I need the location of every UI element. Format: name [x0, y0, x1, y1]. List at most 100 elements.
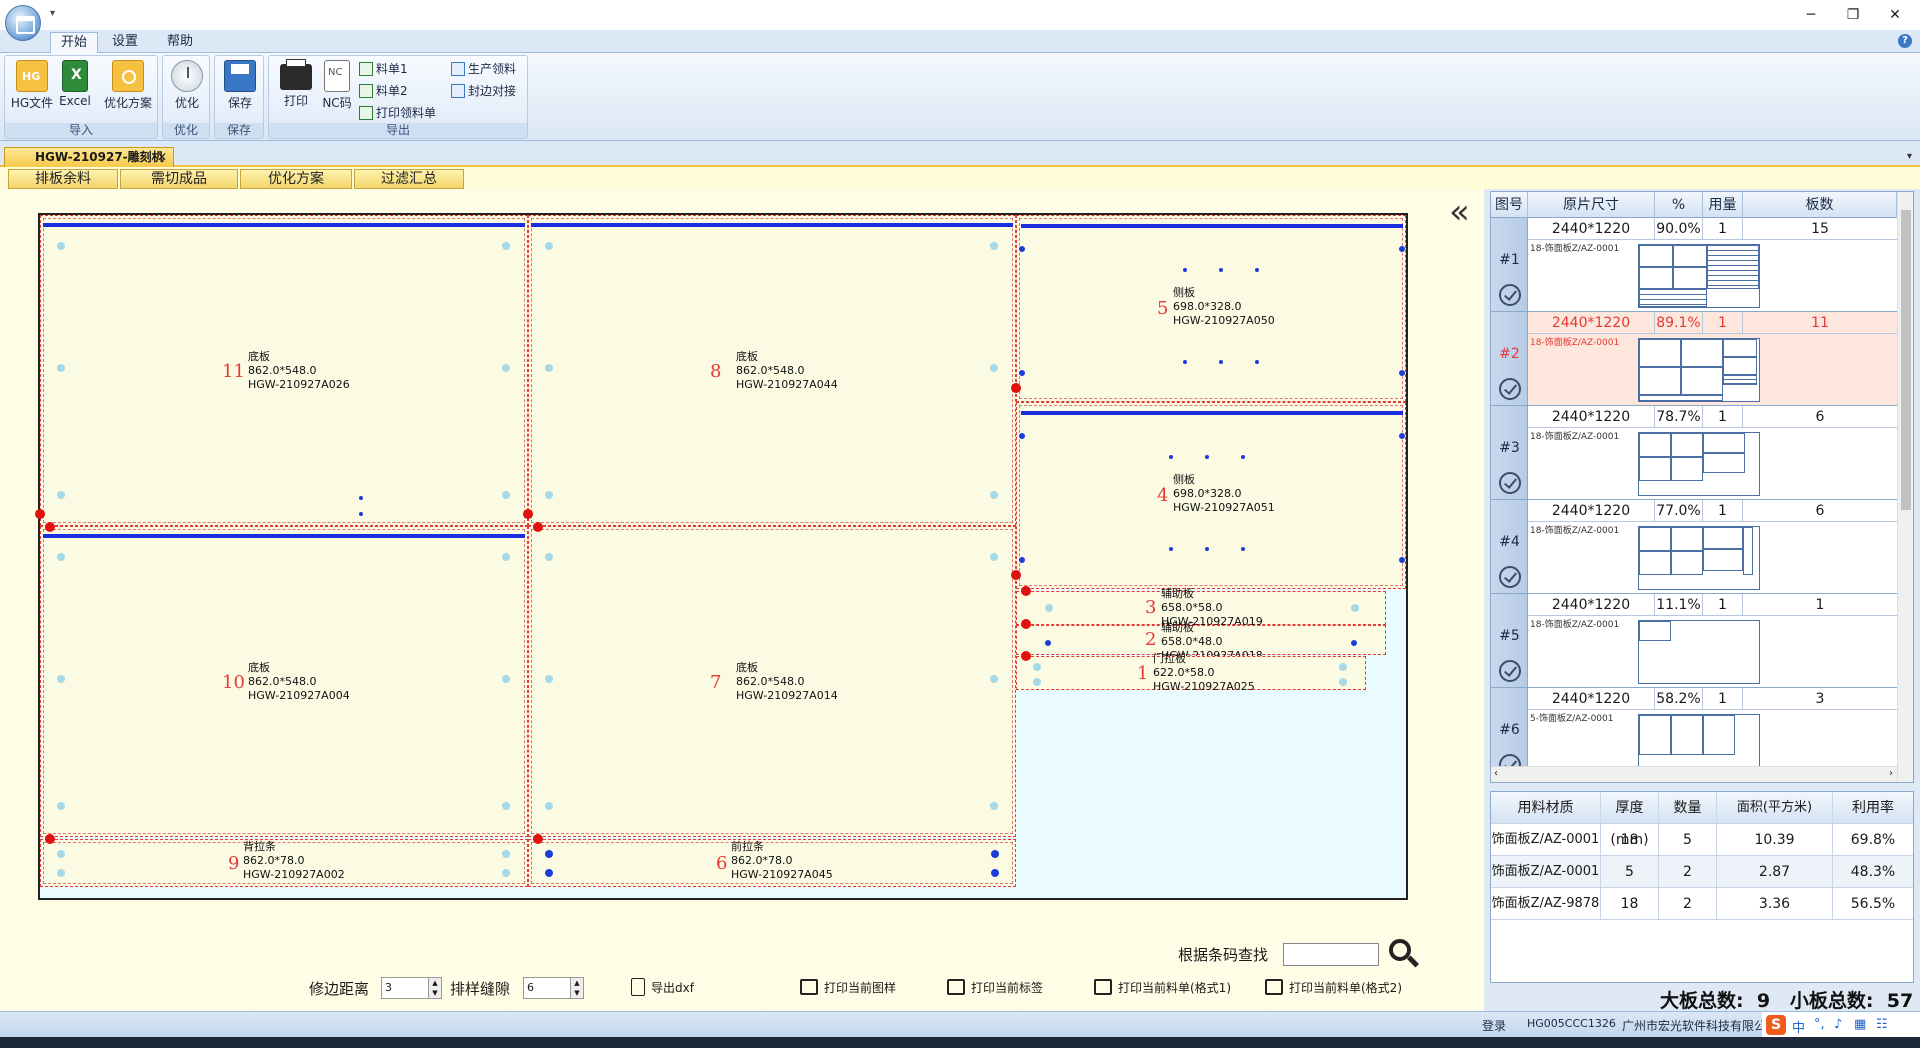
sheet-row-5[interactable]: #5 2440*1220 11.1% 1 1 18-饰面板Z/AZ-0001: [1491, 594, 1897, 688]
app-menu-button[interactable]: [5, 5, 41, 41]
ime-language[interactable]: 中: [1792, 1017, 1805, 1036]
opt-plan-label: 优化方案: [103, 96, 152, 110]
piece-6[interactable]: 6 前拉条 862.0*78.0 HGW-210927A045: [528, 839, 1016, 887]
piece-9[interactable]: 9 背拉条 862.0*78.0 HGW-210927A002: [40, 839, 528, 887]
production-pick-button[interactable]: 生产领料: [451, 60, 516, 78]
col-header-size[interactable]: 原片尺寸: [1528, 192, 1655, 218]
piece-code: HGW-210927A025: [1153, 680, 1255, 693]
col-header-qty[interactable]: 用量: [1703, 192, 1743, 218]
close-button[interactable]: ✕: [1880, 4, 1910, 26]
material-summary-table: 用料材质 厚度(mm) 数量 面积(平方米) 利用率 饰面板Z/AZ-0001 1…: [1490, 791, 1914, 983]
piece-7[interactable]: 7 底板 862.0*548.0 HGW-210927A014: [528, 526, 1016, 837]
tab-start[interactable]: 开始: [50, 32, 99, 53]
piece-4[interactable]: 4 侧板 698.0*328.0 HGW-210927A051: [1016, 402, 1406, 589]
restore-button[interactable]: ❐: [1838, 4, 1868, 26]
sheet-row-3[interactable]: #3 2440*1220 78.7% 1 6 18-饰面板Z/AZ-0001: [1491, 406, 1897, 500]
sheet-list-horizontal-scrollbar[interactable]: ‹ ›: [1491, 766, 1897, 782]
hg-file-button[interactable]: HG HG文件: [9, 60, 55, 120]
piece-number: 5: [1157, 298, 1169, 319]
barcode-search-input[interactable]: [1283, 943, 1379, 966]
piece-number: 10: [222, 672, 245, 693]
gap-stepper[interactable]: ▲ ▼: [570, 977, 584, 999]
more-tools-icon[interactable]: ☷: [1876, 1017, 1888, 1032]
quick-access-dropdown-icon[interactable]: ▾: [50, 8, 55, 19]
barcode-search-label: 根据条码查找: [1178, 946, 1269, 964]
sheet-list-vertical-scrollbar[interactable]: [1897, 192, 1913, 782]
tab-layout-remnant[interactable]: 排板余料: [8, 169, 118, 189]
excel-button[interactable]: X Excel: [55, 60, 95, 120]
piece-name: 辅助板: [1161, 587, 1194, 600]
excel-icon: [1094, 978, 1112, 995]
sheet-board[interactable]: 11 底板 862.0*548.0 HGW-210927A026 8 底板 862.0…: [35, 213, 1408, 900]
table-row[interactable]: 饰面板Z/AZ-0001 18 5 10.39 69.8%: [1491, 824, 1913, 856]
save-button[interactable]: 保存: [217, 60, 263, 120]
tab-filter-summary[interactable]: 过滤汇总: [354, 169, 464, 189]
print-list2-button[interactable]: 打印当前料单(格式2): [1265, 978, 1402, 997]
minimize-button[interactable]: ─: [1796, 4, 1826, 26]
piece-name: 侧板: [1173, 286, 1195, 299]
print-pick-list-button[interactable]: 打印领料单: [359, 104, 436, 122]
clock-icon: [171, 60, 203, 92]
group-optimize: 优化 优化: [162, 55, 210, 139]
piece-5[interactable]: 5 侧板 698.0*328.0 HGW-210927A050: [1016, 215, 1406, 402]
group-export-label: 导出: [269, 123, 527, 138]
sheet-row-2[interactable]: #2 2440*1220 89.1% 1 11 18-饰面板Z/AZ-0001: [1491, 312, 1897, 406]
table-row[interactable]: 饰面板Z/AZ-9878 18 2 3.36 56.5%: [1491, 888, 1913, 920]
keyboard-icon[interactable]: ▦: [1854, 1017, 1866, 1032]
help-icon[interactable]: ?: [1898, 34, 1912, 48]
list1-button[interactable]: 料单1: [359, 60, 408, 78]
sheet-thumbnail: [1638, 620, 1760, 684]
sheet-row-1[interactable]: #1 2440*1220 90.0% 1 15 18-饰面板Z/AZ-0001: [1491, 218, 1897, 312]
close-tab-icon[interactable]: ✕: [157, 148, 167, 166]
check-icon: [1499, 284, 1521, 306]
piece-10[interactable]: 10 底板 862.0*548.0 HGW-210927A004: [40, 526, 528, 837]
tab-opt-plan[interactable]: 优化方案: [240, 169, 352, 189]
tab-settings[interactable]: 设置: [102, 32, 148, 53]
search-icon[interactable]: [1389, 939, 1420, 968]
piece-3[interactable]: 3 辅助板 658.0*58.0 HGW-210927A019: [1016, 587, 1386, 628]
start-point-marker: [45, 834, 55, 844]
print-button[interactable]: 打印: [273, 59, 319, 120]
col-header-percent[interactable]: %: [1655, 192, 1703, 218]
punctuation-icon[interactable]: °,: [1814, 1017, 1825, 1032]
trim-distance-stepper[interactable]: ▲ ▼: [428, 977, 442, 999]
trim-distance-input[interactable]: 3: [381, 977, 429, 999]
excel-small-icon: [359, 105, 373, 120]
document-tab[interactable]: HGW-210927-雕刻机 ✕: [4, 147, 174, 167]
edge-join-button[interactable]: 封边对接: [451, 82, 516, 100]
print-list1-button[interactable]: 打印当前料单(格式1): [1094, 978, 1231, 997]
company-name: 广州市宏光软件科技有限公司: [1622, 1019, 1779, 1033]
login-status[interactable]: 登录: [1482, 1017, 1506, 1034]
gap-input[interactable]: 6: [523, 977, 571, 999]
optimize-button[interactable]: 优化: [164, 60, 210, 120]
sogou-logo-icon[interactable]: S: [1766, 1015, 1786, 1035]
piece-1[interactable]: 1 门拉板 622.0*58.0 HGW-210927A025: [1016, 652, 1366, 693]
col-header-id[interactable]: 图号: [1491, 192, 1528, 218]
document-tab-strip: HGW-210927-雕刻机 ✕ ▾: [0, 141, 1920, 167]
tab-help[interactable]: 帮助: [157, 32, 203, 53]
piece-2[interactable]: 2 辅助板658.0*48.0HGW-210927A018: [1016, 621, 1386, 662]
piece-name: 底板: [736, 661, 758, 674]
microphone-icon[interactable]: ♪: [1834, 1017, 1842, 1032]
piece-code: HGW-210927A044: [736, 378, 838, 391]
list2-button[interactable]: 料单2: [359, 82, 408, 100]
nc-code-label: NC码: [322, 96, 352, 110]
piece-name: 底板: [248, 661, 270, 674]
ime-toolbar[interactable]: S 中 °, ♪ ▦ ☷: [1762, 1012, 1920, 1038]
table-row[interactable]: 饰面板Z/AZ-0001 5 2 2.87 48.3%: [1491, 856, 1913, 888]
print-pattern-button[interactable]: 打印当前图样: [800, 978, 896, 997]
piece-11[interactable]: 11 底板 862.0*548.0 HGW-210927A026: [40, 215, 528, 526]
start-point-marker: [1021, 586, 1031, 596]
opt-plan-button[interactable]: 优化方案: [99, 60, 157, 120]
collapse-panel-icon[interactable]: «: [1449, 195, 1470, 229]
nc-icon: NC: [324, 60, 350, 92]
print-label-button[interactable]: 打印当前标签: [947, 978, 1043, 997]
export-dxf-button[interactable]: 导出dxf: [631, 977, 694, 998]
tab-cut-products[interactable]: 需切成品: [120, 169, 238, 189]
tab-list-dropdown-icon[interactable]: ▾: [1907, 151, 1912, 162]
col-header-count[interactable]: 板数: [1743, 192, 1897, 218]
nc-code-button[interactable]: NC NC码: [319, 60, 355, 120]
piece-size: 698.0*328.0: [1173, 300, 1242, 313]
sheet-row-4[interactable]: #4 2440*1220 77.0% 1 6 18-饰面板Z/AZ-0001: [1491, 500, 1897, 594]
piece-8[interactable]: 8 底板 862.0*548.0 HGW-210927A044: [528, 215, 1016, 526]
